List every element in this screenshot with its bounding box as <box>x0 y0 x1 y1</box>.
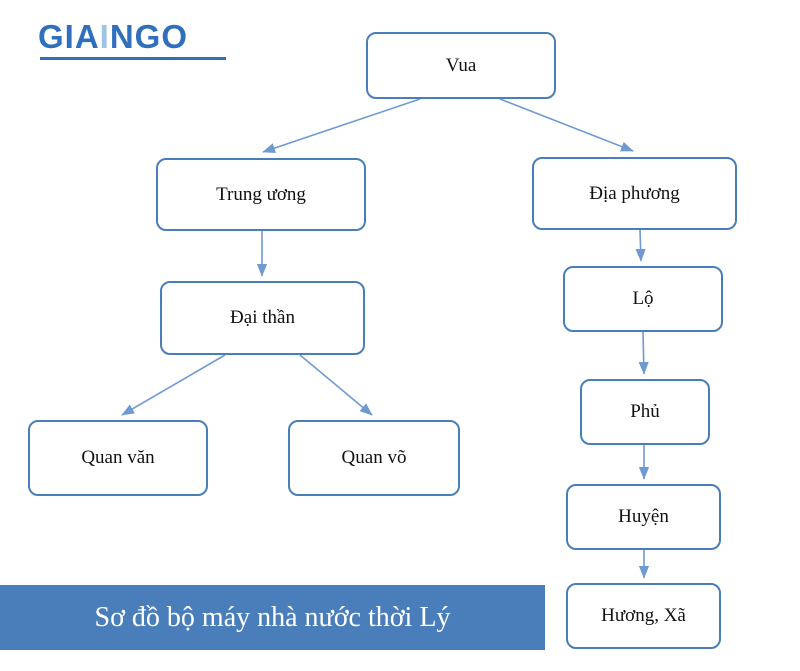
diagram-connectors <box>121 98 650 579</box>
edge-diaphuong-lo <box>635 229 646 262</box>
node-label: Quan võ <box>341 447 407 469</box>
node-quan-vo: Quan võ <box>288 420 460 496</box>
caption-text: Sơ đồ bộ máy nhà nước thời Lý <box>94 601 451 633</box>
node-label: Vua <box>445 54 477 76</box>
edge-lo-phu <box>638 331 649 375</box>
node-trung-uong: Trung ương <box>156 158 366 231</box>
logo-underline <box>40 57 226 60</box>
logo-text-pale: I <box>99 18 110 55</box>
edge-vua-trunguong <box>262 98 421 154</box>
node-label: Trung ương <box>216 183 306 205</box>
node-vua: Vua <box>366 32 556 99</box>
edge-daithan-quanvan <box>121 354 226 416</box>
giaingo-logo: GIAINGO <box>38 18 188 56</box>
logo-text-end: NGO <box>109 18 189 55</box>
node-huong-xa: Hương, Xã <box>566 583 721 649</box>
node-lo: Lộ <box>563 266 723 332</box>
diagram-canvas: GIAINGO Vua Trung ương Địa phương Đại th… <box>0 0 800 671</box>
logo-text-main: GIA <box>38 18 100 55</box>
node-quan-van: Quan văn <box>28 420 208 496</box>
node-label: Hương, Xã <box>601 605 686 627</box>
node-dia-phuong: Địa phương <box>532 157 737 230</box>
node-label: Phủ <box>630 401 660 423</box>
edge-vua-diaphuong <box>499 98 634 152</box>
node-label: Địa phương <box>589 182 680 204</box>
node-huyen: Huyện <box>566 484 721 550</box>
node-dai-than: Đại thần <box>160 281 365 355</box>
node-label: Huyện <box>618 506 669 528</box>
node-label: Đại thần <box>230 307 295 329</box>
node-label: Quan văn <box>81 447 155 469</box>
node-phu: Phủ <box>580 379 710 445</box>
node-label: Lộ <box>632 288 654 310</box>
edge-daithan-quanvo <box>299 354 373 416</box>
